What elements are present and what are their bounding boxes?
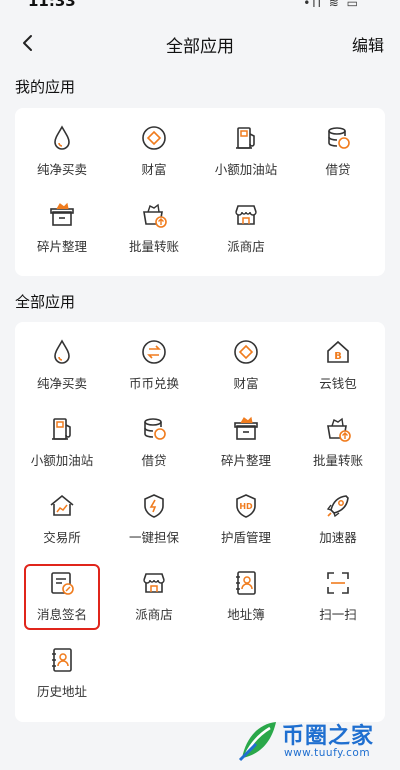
app-label: 批量转账 bbox=[128, 239, 179, 254]
my-app-drop[interactable]: 纯净买卖 bbox=[16, 110, 108, 182]
leaf-logo-icon bbox=[238, 722, 276, 762]
app-label: 借贷 bbox=[325, 162, 351, 177]
app-label: 财富 bbox=[233, 376, 259, 391]
edit-button[interactable]: 编辑 bbox=[352, 32, 384, 56]
page-title: 全部应用 bbox=[166, 37, 234, 57]
app-label: 批量转账 bbox=[312, 453, 363, 468]
all-app-coin-stack[interactable]: 借贷 bbox=[108, 401, 200, 473]
all-app-exchange[interactable]: 币币兑换 bbox=[108, 324, 200, 396]
all-app-hd-shield[interactable]: HD 护盾管理 bbox=[200, 478, 292, 550]
gas-station-icon bbox=[48, 415, 76, 443]
all-app-store[interactable]: 派商店 bbox=[108, 555, 200, 627]
drop-icon bbox=[48, 124, 76, 152]
all-app-diamond-coin[interactable]: 财富 bbox=[200, 324, 292, 396]
watermark-url: www.tuufy.com bbox=[284, 747, 371, 759]
app-label: 碎片整理 bbox=[36, 239, 87, 254]
app-label: 财富 bbox=[141, 162, 167, 177]
coin-stack-icon bbox=[324, 124, 352, 152]
exchange-house-icon bbox=[48, 492, 76, 520]
rocket-icon bbox=[324, 492, 352, 520]
diamond-coin-icon bbox=[140, 124, 168, 152]
my-app-gas-station[interactable]: 小额加油站 bbox=[200, 110, 292, 182]
all-app-address-book[interactable]: 地址簿 bbox=[200, 555, 292, 627]
status-time: 11:33 bbox=[28, 0, 76, 10]
my-app-coin-stack[interactable]: 借贷 bbox=[292, 110, 384, 182]
app-label: 云钱包 bbox=[319, 376, 357, 391]
my-app-store[interactable]: 派商店 bbox=[200, 187, 292, 259]
app-label: 加速器 bbox=[319, 530, 357, 545]
all-app-gift-box[interactable]: 碎片整理 bbox=[200, 401, 292, 473]
diamond-coin-icon bbox=[232, 338, 260, 366]
app-label: 历史地址 bbox=[36, 684, 87, 699]
app-label: 扫一扫 bbox=[319, 607, 357, 622]
history-address-icon bbox=[48, 646, 76, 674]
hd-shield-icon: HD bbox=[232, 492, 260, 520]
app-label: 地址簿 bbox=[227, 607, 265, 622]
cloud-wallet-icon: B bbox=[324, 338, 352, 366]
app-label: 派商店 bbox=[227, 239, 265, 254]
app-label: 一键担保 bbox=[128, 530, 179, 545]
gas-station-icon bbox=[232, 124, 260, 152]
address-book-icon bbox=[232, 569, 260, 597]
shield-bolt-icon bbox=[140, 492, 168, 520]
app-label: 小额加油站 bbox=[214, 162, 278, 177]
store-icon bbox=[232, 201, 260, 229]
my-app-gift-box[interactable]: 碎片整理 bbox=[16, 187, 108, 259]
app-label: 护盾管理 bbox=[220, 530, 271, 545]
my-app-diamond-coin[interactable]: 财富 bbox=[108, 110, 200, 182]
watermark: 币圈之家 www.tuufy.com bbox=[232, 714, 392, 766]
app-label: 碎片整理 bbox=[220, 453, 271, 468]
app-label: 派商店 bbox=[135, 607, 173, 622]
all-app-history-address[interactable]: 历史地址 bbox=[16, 632, 108, 704]
gift-box-icon bbox=[48, 201, 76, 229]
watermark-title: 币圈之家 bbox=[282, 724, 375, 749]
highlight-box bbox=[24, 564, 100, 630]
all-apps-card: 纯净买卖 币币兑换 财富 B 云钱包小额加油站 借贷 碎片整理 批量转账交易所 一键担保 HD 护盾… bbox=[15, 322, 385, 722]
coin-stack-icon bbox=[140, 415, 168, 443]
all-app-exchange-house[interactable]: 交易所 bbox=[16, 478, 108, 550]
status-bar: 11:33 •ıl ≋ ▭ bbox=[0, 0, 400, 14]
all-app-scan[interactable]: 扫一扫 bbox=[292, 555, 384, 627]
basket-transfer-icon bbox=[324, 415, 352, 443]
nav-bar: 全部应用 编辑 bbox=[0, 26, 400, 62]
my-apps-card: 纯净买卖 财富 小额加油站 借贷碎片整理 批量转账 派商店 bbox=[15, 108, 385, 276]
app-label: 纯净买卖 bbox=[36, 376, 87, 391]
app-label: 交易所 bbox=[43, 530, 81, 545]
my-apps-grid: 纯净买卖 财富 小额加油站 借贷碎片整理 批量转账 派商店 bbox=[15, 108, 385, 276]
all-app-basket-transfer[interactable]: 批量转账 bbox=[292, 401, 384, 473]
scan-icon bbox=[324, 569, 352, 597]
all-app-drop[interactable]: 纯净买卖 bbox=[16, 324, 108, 396]
app-label: 纯净买卖 bbox=[36, 162, 87, 177]
exchange-icon bbox=[140, 338, 168, 366]
all-app-rocket[interactable]: 加速器 bbox=[292, 478, 384, 550]
all-app-shield-bolt[interactable]: 一键担保 bbox=[108, 478, 200, 550]
all-app-gas-station[interactable]: 小额加油站 bbox=[16, 401, 108, 473]
app-label: 借贷 bbox=[141, 453, 167, 468]
app-label: 小额加油站 bbox=[30, 453, 94, 468]
all-apps-title: 全部应用 bbox=[15, 293, 76, 311]
app-label: 币币兑换 bbox=[128, 376, 179, 391]
basket-transfer-icon bbox=[140, 201, 168, 229]
all-app-cloud-wallet[interactable]: B 云钱包 bbox=[292, 324, 384, 396]
my-app-basket-transfer[interactable]: 批量转账 bbox=[108, 187, 200, 259]
store-icon bbox=[140, 569, 168, 597]
svg-text:HD: HD bbox=[239, 502, 253, 511]
svg-text:B: B bbox=[334, 351, 342, 362]
all-apps-grid: 纯净买卖 币币兑换 财富 B 云钱包小额加油站 借贷 碎片整理 批量转账交易所 一键担保 HD 护盾… bbox=[15, 322, 385, 722]
status-icons: •ıl ≋ ▭ bbox=[303, 0, 360, 10]
my-apps-title: 我的应用 bbox=[15, 78, 76, 96]
drop-icon bbox=[48, 338, 76, 366]
gift-box-icon bbox=[232, 415, 260, 443]
